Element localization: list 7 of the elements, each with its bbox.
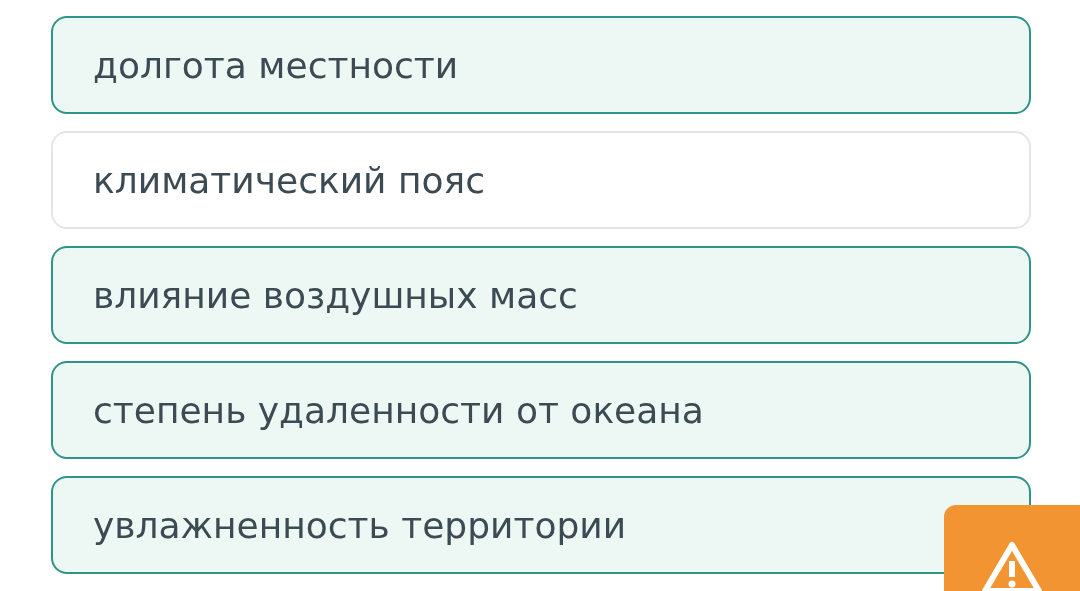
answer-option[interactable]: климатический пояс bbox=[51, 131, 1031, 229]
answer-option[interactable]: долгота местности bbox=[51, 16, 1031, 114]
answer-option[interactable]: влияние воздушных масс bbox=[51, 246, 1031, 344]
report-button[interactable] bbox=[944, 505, 1080, 591]
answer-option[interactable]: увлажненность территории bbox=[51, 476, 1031, 574]
warning-icon bbox=[982, 541, 1042, 591]
answer-option[interactable]: степень удаленности от океана bbox=[51, 361, 1031, 459]
